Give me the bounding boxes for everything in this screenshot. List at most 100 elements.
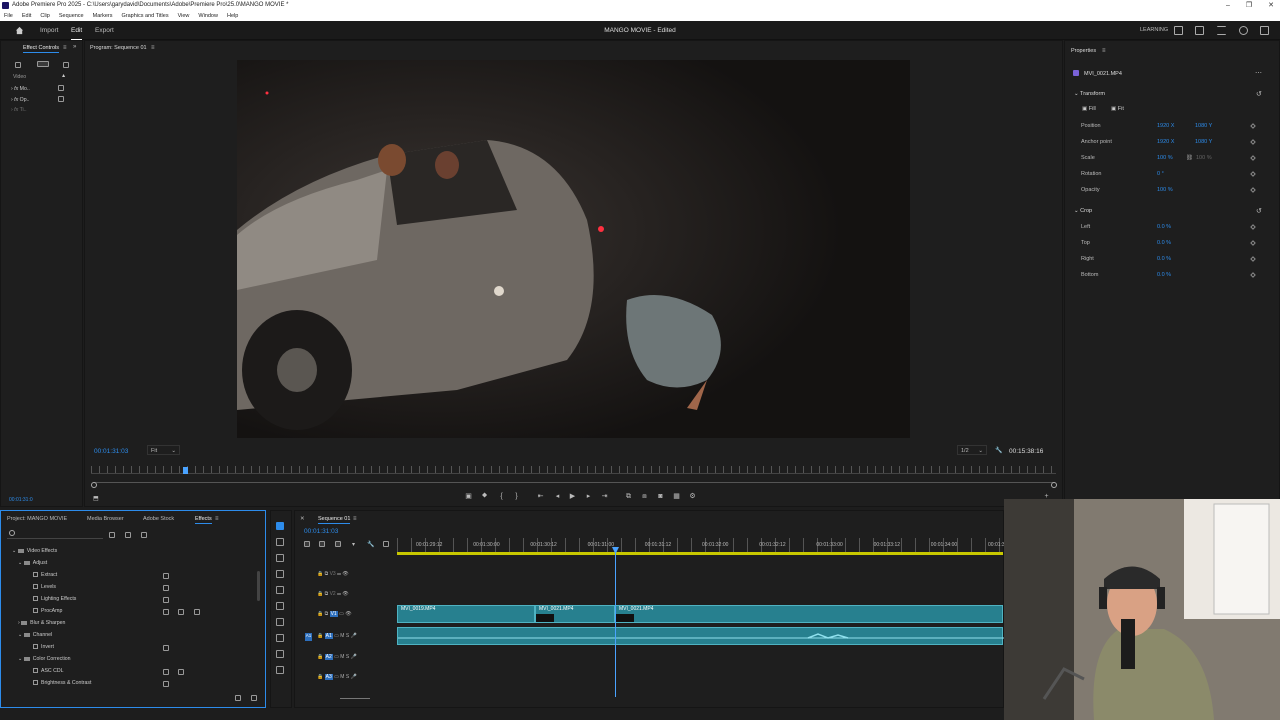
prop-row-scale[interactable]: Scale 100 % 100 % ⛓ [1065,155,1256,167]
timeline-timecode[interactable]: 00:01:31:03 [304,528,338,535]
menu-icon[interactable] [1217,26,1226,35]
tree-asc-cdl[interactable]: ASC CDL [33,668,64,674]
step-back-icon[interactable]: ⇤ [537,493,544,500]
prop-row-position[interactable]: Position 1920 X 1080 Y [1065,123,1256,135]
program-ruler[interactable] [91,466,1056,474]
tree-extract[interactable]: Extract [33,572,57,578]
track-header-v3[interactable]: 🔒 ⧉ V3 ▭ 👁 [317,571,349,577]
rectangle-tool-icon[interactable] [276,618,284,626]
scroll-handle-right[interactable] [1051,482,1057,488]
work-area-bar[interactable] [397,552,1003,555]
workspace-icon[interactable] [1174,26,1183,35]
menu-clip[interactable]: Clip [40,11,49,21]
source-patch-a1[interactable]: A1 [305,633,312,641]
tree-brightness-contrast[interactable]: Brightness & Contrast [33,680,91,686]
effect-item[interactable]: › fx Op.. [11,97,29,103]
tab-effect-controls[interactable]: Effect Controls [23,45,59,53]
timeline-playhead[interactable] [615,547,616,697]
playhead-marker[interactable] [183,467,188,474]
effect-item[interactable]: › fx Mo.. [11,86,30,92]
prop-row-anchor[interactable]: Anchor point 1920 X 1080 Y [1065,139,1256,151]
panel-menu-icon[interactable]: ≡ [353,516,357,522]
tree-adjust[interactable]: ⌄ Adjust [18,560,47,566]
crop-header[interactable]: ⌄ Crop [1074,208,1092,214]
panel-menu-icon[interactable]: ≡ [151,45,155,51]
fit-dropdown[interactable]: Fit ⌄ [147,445,180,455]
tab-sequence-01[interactable]: Sequence 01 [318,516,351,524]
scroll-handle-left[interactable] [91,482,97,488]
tree-levels[interactable]: Levels [33,584,56,590]
caption-tool-icon[interactable] [276,666,284,674]
close-button[interactable]: ✕ [1268,0,1274,11]
tree-lighting-effects[interactable]: Lighting Effects [33,596,76,602]
prop-row-crop-top[interactable]: Top 0.0 % [1065,240,1256,252]
track-header-v1[interactable]: 🔒 ⧉ V1 ▭ 👁 [317,611,352,617]
resolution-dropdown[interactable]: 1/2 ⌄ [957,445,987,455]
compare-icon[interactable]: ▦ [673,493,680,500]
tab-properties[interactable]: Properties [1071,48,1096,55]
tab-project[interactable]: Project: MANGO MOVIE [7,516,67,522]
tree-procamp[interactable]: ProcAmp [33,608,62,614]
menu-sequence[interactable]: Sequence [59,11,84,21]
tab-program[interactable]: Program: Sequence 01 [90,45,147,51]
minimize-button[interactable]: – [1226,0,1230,11]
clip-icon[interactable] [15,62,21,68]
program-timecode[interactable]: 00:01:31:03 [94,448,128,455]
panel-menu-icon[interactable]: ≡ [215,516,219,522]
video-clip[interactable]: MVI_0021.MP4 [535,605,615,623]
insert-icon[interactable] [335,541,341,547]
add-marker-icon[interactable]: ▣ [465,493,472,500]
prev-frame-icon[interactable]: ◂ [554,493,561,500]
snap-icon[interactable] [304,541,310,547]
prop-row-crop-right[interactable]: Right 0.0 % [1065,256,1256,268]
menu-file[interactable]: File [4,11,13,21]
wrench-icon[interactable]: 🔧 [995,447,1002,454]
razor-tool-icon[interactable] [276,570,284,578]
timeline-settings-icon[interactable]: 🔧 [367,541,374,548]
tree-blur-sharpen[interactable]: › Blur & Sharpen [18,620,65,626]
tab-adobe-stock[interactable]: Adobe Stock [143,516,174,522]
menu-window[interactable]: Window [198,11,218,21]
captions-icon[interactable] [383,541,389,547]
slip-tool-icon[interactable] [276,586,284,594]
menu-markers[interactable]: Markers [93,11,113,21]
selection-tool-icon[interactable] [276,522,284,530]
panel-menu-icon[interactable]: ≡ [1102,48,1106,54]
next-frame-icon[interactable]: ▸ [585,493,592,500]
play-button[interactable]: ▶ [569,493,576,500]
learning-button[interactable]: LEARNING [1140,21,1168,40]
fill-button[interactable]: ▣ Fill [1082,106,1096,112]
mark-out-icon[interactable]: { [498,493,505,500]
track-select-icon[interactable] [276,538,284,546]
extract-icon[interactable]: ⧈ [641,493,648,500]
ec-timecode[interactable]: 00:01:31:0 [9,497,33,503]
tree-channel[interactable]: ⌄ Channel [18,632,52,638]
reset-crop-icon[interactable]: ↺ [1256,207,1262,215]
tree-color-correction[interactable]: ⌄ Color Correction [18,656,71,662]
track-header-a2[interactable]: 🔒 A2 ▭ M S 🎤 [317,654,357,660]
tree-invert[interactable]: Invert [33,644,54,650]
delete-icon[interactable] [251,695,257,701]
effect-item[interactable]: › fx Ti.. [11,107,27,113]
share-icon[interactable] [1195,26,1204,35]
prop-row-rotation[interactable]: Rotation 0 ° [1065,171,1256,183]
export-frame-icon[interactable]: ◙ [657,493,664,500]
settings-icon[interactable]: ⚙ [689,493,696,500]
track-header-a3[interactable]: 🔒 A3 ▭ M S 🎤 [317,674,357,680]
fit-button[interactable]: ▣ Fit [1111,106,1124,112]
video-clip[interactable]: MVI_0019.MP4 [397,605,535,623]
hand-tool-icon[interactable] [276,634,284,642]
yuv-effects-icon[interactable] [141,532,147,538]
reset-icon[interactable] [58,85,64,91]
ripple-edit-icon[interactable] [276,554,284,562]
close-tab-icon[interactable]: ✕ [300,516,305,522]
mark-in-icon[interactable]: ⯁ [481,493,488,500]
prop-row-opacity[interactable]: Opacity 100 % [1065,187,1256,199]
menu-view[interactable]: View [178,11,190,21]
view-toggle-icon[interactable] [37,61,49,67]
linked-selection-icon[interactable] [319,541,325,547]
type-tool-icon[interactable] [276,650,284,658]
tree-video-effects[interactable]: ⌄ Video Effects [12,548,57,554]
restore-button[interactable]: ❐ [1246,0,1252,11]
marker-add-icon[interactable]: ▾ [352,541,355,548]
